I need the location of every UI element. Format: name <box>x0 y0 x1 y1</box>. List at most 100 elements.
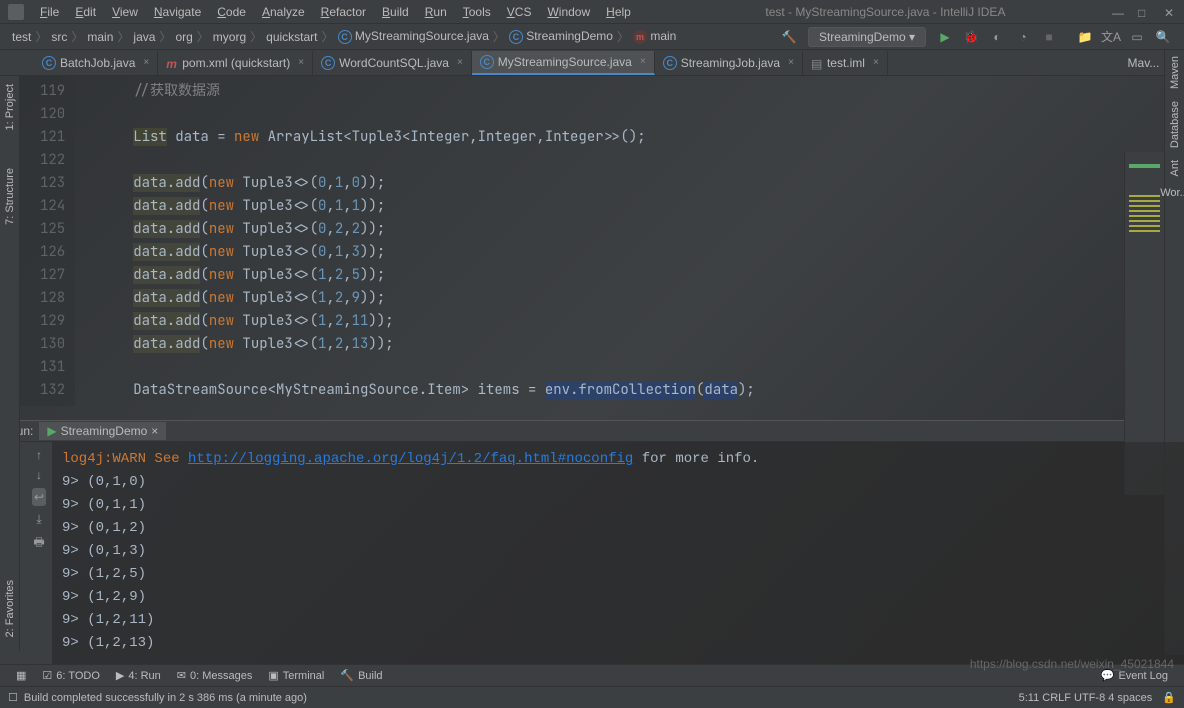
editor-tab[interactable]: C BatchJob.java × <box>34 51 158 75</box>
menu-edit[interactable]: Edit <box>67 5 104 19</box>
breadcrumb-item[interactable]: myorg <box>209 30 250 44</box>
run-tab[interactable]: ▶ StreamingDemo × <box>39 422 166 440</box>
maven-icon: m <box>166 57 178 69</box>
status-icon: ☐ <box>8 691 18 704</box>
menu-refactor[interactable]: Refactor <box>313 5 374 19</box>
code-area[interactable]: //获取数据源 List data = new ArrayList<Tuple3… <box>75 76 755 406</box>
run-tab-label: StreamingDemo <box>61 424 148 438</box>
profile-icon[interactable]: ◔ <box>1013 27 1033 47</box>
breadcrumb-item[interactable]: test <box>8 30 35 44</box>
menu-build[interactable]: Build <box>374 5 417 19</box>
status-bar: ☐ Build completed successfully in 2 s 38… <box>0 686 1184 708</box>
run-tools-right: ↑ ↓ ↩ ⤓ 🖶 <box>26 442 52 664</box>
class-icon: C <box>663 56 677 70</box>
menu-navigate[interactable]: Navigate <box>146 5 209 19</box>
messages-tool-button[interactable]: ✉ 0: Messages <box>169 669 261 682</box>
down-icon[interactable]: ↓ <box>36 468 42 482</box>
print-icon[interactable]: 🖶 <box>33 533 44 554</box>
run-icon[interactable]: ▶ <box>935 27 955 47</box>
menu-vcs[interactable]: VCS <box>499 5 540 19</box>
tab-label: test.iml <box>827 56 865 70</box>
ant-tool-button[interactable]: Ant <box>1169 154 1181 183</box>
class-icon: C <box>321 56 335 70</box>
tab-label: MyStreamingSource.java <box>498 55 632 69</box>
soft-wrap-icon[interactable]: ↩ <box>32 488 46 506</box>
editor-tab[interactable]: CWordCountSQL.java× <box>313 51 472 75</box>
breadcrumb-item[interactable]: java <box>129 30 159 44</box>
console-link[interactable]: http://logging.apache.org/log4j/1.2/faq.… <box>188 451 633 467</box>
run-tab-icon: ▶ <box>47 424 56 438</box>
structure-tool-button[interactable]: 7: Structure <box>4 164 16 229</box>
line-gutter[interactable]: 1191201211221231241251261271281291301311… <box>20 76 75 406</box>
left-tool-strip-lower: 2: Favorites <box>0 420 20 651</box>
app-icon <box>8 4 24 20</box>
tab-label: BatchJob.java <box>60 56 135 70</box>
debug-icon[interactable]: 🐞 <box>961 27 981 47</box>
up-icon[interactable]: ↑ <box>36 448 42 462</box>
watermark: https://blog.csdn.net/weixin_45021844 <box>970 657 1174 671</box>
class-icon: C <box>42 56 56 70</box>
run-tab-close-icon[interactable]: × <box>151 424 158 438</box>
breadcrumb-item[interactable]: org <box>171 30 196 44</box>
console-output[interactable]: log4j:WARN See http://logging.apache.org… <box>52 442 1184 664</box>
file-icon: ▤ <box>811 57 823 69</box>
favorites-tool-button[interactable]: 2: Favorites <box>4 576 16 641</box>
breadcrumb-item[interactable]: m main <box>629 29 680 44</box>
search-everywhere-icon[interactable]: 🔍 <box>1153 27 1173 47</box>
menu-run[interactable]: Run <box>417 5 455 19</box>
menu-window[interactable]: Window <box>539 5 598 19</box>
word-tool-button[interactable]: Wor... <box>1160 183 1184 203</box>
menu-analyze[interactable]: Analyze <box>254 5 313 19</box>
run-config-selector[interactable]: StreamingDemo ▾ <box>808 27 926 47</box>
bottom-toggle-icon[interactable]: ▦ <box>8 669 34 682</box>
editor-tab[interactable]: C MyStreamingSource.java × <box>472 51 655 75</box>
editor-tab[interactable]: mpom.xml (quickstart)× <box>158 51 313 75</box>
status-message: Build completed successfully in 2 s 386 … <box>24 692 307 704</box>
tab-close-icon[interactable]: × <box>640 56 646 67</box>
tab-close-icon[interactable]: × <box>457 57 463 68</box>
menu-tools[interactable]: Tools <box>455 5 499 19</box>
project-tool-button[interactable]: 1: Project <box>4 80 16 134</box>
scroll-end-icon[interactable]: ⤓ <box>36 512 41 527</box>
tab-close-icon[interactable]: × <box>143 57 149 68</box>
stop-icon[interactable]: ■ <box>1039 27 1059 47</box>
build-icon[interactable]: 🔨 <box>779 27 799 47</box>
breadcrumb-item[interactable]: main <box>83 30 117 44</box>
menu-code[interactable]: Code <box>209 5 254 19</box>
run-config-label: StreamingDemo <box>819 30 906 44</box>
close-icon[interactable]: ✕ <box>1164 6 1176 18</box>
menu-help[interactable]: Help <box>598 5 639 19</box>
folder-icon[interactable]: 📁 <box>1075 27 1095 47</box>
todo-tool-button[interactable]: ☑ 6: TODO <box>34 669 107 682</box>
tab-close-icon[interactable]: × <box>298 57 304 68</box>
run-panel: ▶ ■ ⏏ 📷 🗑 📌 ↑ ↓ ↩ ⤓ 🖶 log4j:WARN See htt… <box>0 442 1184 664</box>
coverage-icon[interactable]: ◐ <box>987 27 1007 47</box>
translate-icon[interactable]: 文A <box>1101 27 1121 47</box>
lock-icon[interactable]: 🔒 <box>1162 691 1176 704</box>
status-right[interactable]: 5:11 CRLF UTF-8 4 spaces <box>1019 692 1153 704</box>
breadcrumb-item[interactable]: src <box>47 30 71 44</box>
tab-label: StreamingJob.java <box>681 56 780 70</box>
breadcrumb-item[interactable]: quickstart <box>262 30 321 44</box>
tab-close-icon[interactable]: × <box>788 57 794 68</box>
maven-tool-label[interactable]: Mav... <box>1120 56 1168 70</box>
editor-tab[interactable]: C StreamingJob.java × <box>655 51 803 75</box>
menu-file[interactable]: File <box>32 5 67 19</box>
build-tool-button[interactable]: 🔨 Build <box>332 669 390 682</box>
maven-tool-button[interactable]: Maven <box>1169 50 1181 95</box>
tab-close-icon[interactable]: × <box>873 57 879 68</box>
database-tool-button[interactable]: Database <box>1169 95 1181 154</box>
menu-view[interactable]: View <box>104 5 146 19</box>
editor-tab[interactable]: ▤ test.iml × <box>803 51 888 75</box>
editor[interactable]: 1191201211221231241251261271281291301311… <box>20 76 1184 420</box>
minimize-icon[interactable]: — <box>1112 6 1124 18</box>
maximize-icon[interactable]: □ <box>1138 6 1150 18</box>
class-icon: C <box>480 55 494 69</box>
breadcrumb-item[interactable]: C StreamingDemo <box>505 29 617 44</box>
breadcrumb-item[interactable]: C MyStreamingSource.java <box>334 29 493 44</box>
layout-icon[interactable]: ▭ <box>1127 27 1147 47</box>
run-tool-button[interactable]: ▶ 4: Run <box>108 669 169 682</box>
terminal-tool-button[interactable]: ▣ Terminal <box>260 669 332 682</box>
titlebar: FileEditViewNavigateCodeAnalyzeRefactorB… <box>0 0 1184 24</box>
method-icon: m <box>633 30 647 44</box>
